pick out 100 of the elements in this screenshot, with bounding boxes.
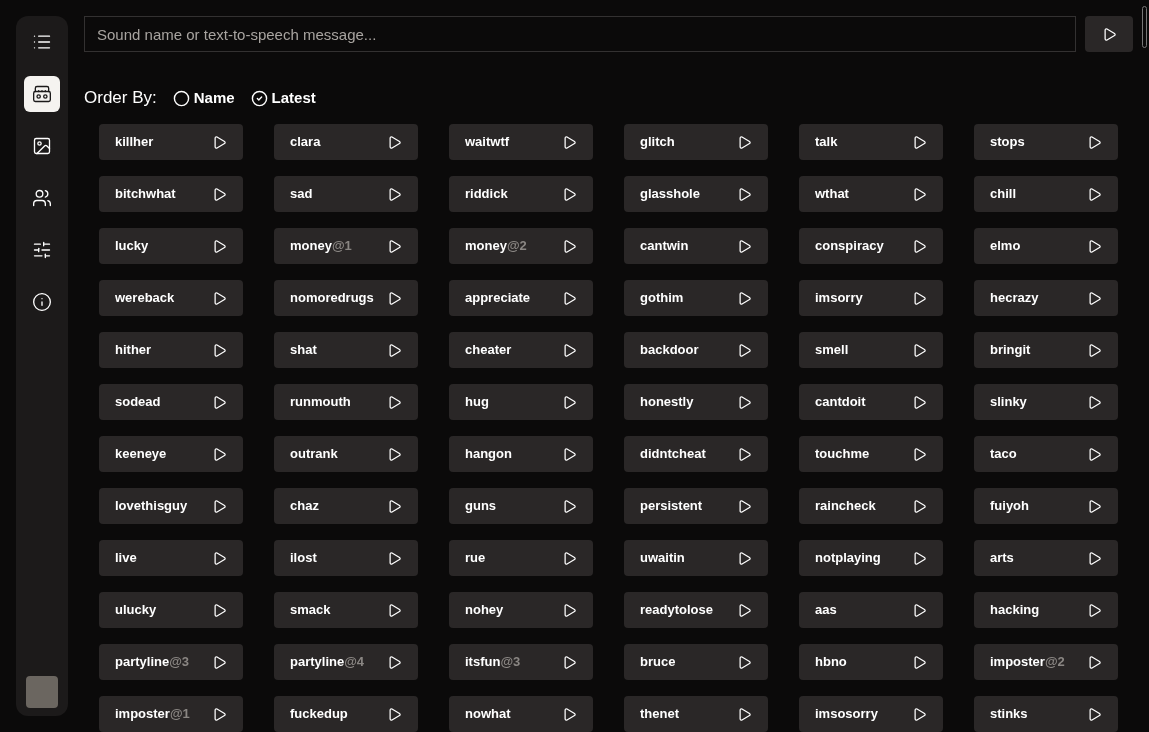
sound-button[interactable]: chill <box>974 176 1118 212</box>
sound-button[interactable]: raincheck <box>799 488 943 524</box>
sound-button[interactable]: touchme <box>799 436 943 472</box>
sound-button[interactable]: hbno <box>799 644 943 680</box>
sound-button[interactable]: partyline@4 <box>274 644 418 680</box>
play-icon <box>212 290 227 306</box>
sound-button[interactable]: bitchwhat <box>99 176 243 212</box>
sound-button[interactable]: fuckedup <box>274 696 418 732</box>
sound-button[interactable]: guns <box>449 488 593 524</box>
sound-button[interactable]: imposter@1 <box>99 696 243 732</box>
sound-button[interactable]: ilost <box>274 540 418 576</box>
sidebar-button[interactable] <box>24 76 60 112</box>
sound-button[interactable]: glasshole <box>624 176 768 212</box>
sound-button[interactable]: itsfun@3 <box>449 644 593 680</box>
sound-button[interactable]: slinky <box>974 384 1118 420</box>
sound-button[interactable]: thenet <box>624 696 768 732</box>
sound-name: didntcheat <box>640 445 706 464</box>
sound-name: nohey <box>465 601 504 620</box>
sound-button[interactable]: smell <box>799 332 943 368</box>
sound-button[interactable]: sad <box>274 176 418 212</box>
sound-button[interactable]: imsosorry <box>799 696 943 732</box>
sound-button[interactable]: lucky <box>99 228 243 264</box>
sound-name: guns <box>465 497 497 516</box>
sound-button[interactable]: cantwin <box>624 228 768 264</box>
sort-option[interactable]: Name <box>172 86 235 110</box>
play-icon <box>387 186 402 202</box>
sound-button[interactable]: arts <box>974 540 1118 576</box>
sound-button[interactable]: lovethisguy <box>99 488 243 524</box>
sound-button[interactable]: conspiracy <box>799 228 943 264</box>
sound-button[interactable]: taco <box>974 436 1118 472</box>
sound-button[interactable]: shat <box>274 332 418 368</box>
sound-button[interactable]: hecrazy <box>974 280 1118 316</box>
sound-button[interactable]: bruce <box>624 644 768 680</box>
sound-name: hacking <box>990 601 1040 620</box>
sound-button[interactable]: keeneye <box>99 436 243 472</box>
sound-button[interactable]: elmo <box>974 228 1118 264</box>
sound-button[interactable]: nowhat <box>449 696 593 732</box>
sound-button[interactable]: fuiyoh <box>974 488 1118 524</box>
order-by-label: Order By: <box>84 87 157 110</box>
play-icon <box>387 342 402 358</box>
sound-button[interactable]: hangon <box>449 436 593 472</box>
play-icon <box>1087 550 1102 566</box>
sound-button[interactable]: stinks <box>974 696 1118 732</box>
sound-name: elmo <box>990 237 1021 256</box>
sound-button[interactable]: imposter@2 <box>974 644 1118 680</box>
sound-button[interactable]: money@2 <box>449 228 593 264</box>
sound-button[interactable]: money@1 <box>274 228 418 264</box>
sound-button[interactable]: backdoor <box>624 332 768 368</box>
sound-button[interactable]: aas <box>799 592 943 628</box>
sound-button[interactable]: sodead <box>99 384 243 420</box>
sort-option[interactable]: Latest <box>250 86 316 110</box>
play-icon <box>387 654 402 670</box>
sound-button[interactable]: runmouth <box>274 384 418 420</box>
play-icon <box>1087 602 1102 618</box>
play-icon <box>212 602 227 618</box>
sound-name: glitch <box>640 133 675 152</box>
sound-button[interactable]: readytolose <box>624 592 768 628</box>
sound-button[interactable]: honestly <box>624 384 768 420</box>
sound-button[interactable]: hug <box>449 384 593 420</box>
sound-button[interactable]: notplaying <box>799 540 943 576</box>
sound-button[interactable]: waitwtf <box>449 124 593 160</box>
boombox-icon <box>32 84 52 104</box>
sound-button[interactable]: talk <box>799 124 943 160</box>
sound-button[interactable]: cheater <box>449 332 593 368</box>
scrollbar-thumb[interactable] <box>1142 6 1147 48</box>
search-field[interactable]: Sound name or text-to-speech message... <box>84 16 1076 52</box>
sound-button[interactable]: bringit <box>974 332 1118 368</box>
play-icon <box>1087 342 1102 358</box>
sound-button[interactable]: glitch <box>624 124 768 160</box>
sound-button[interactable]: persistent <box>624 488 768 524</box>
play-button[interactable] <box>1085 16 1133 52</box>
sound-button[interactable]: chaz <box>274 488 418 524</box>
sound-button[interactable]: nomoredrugs <box>274 280 418 316</box>
sound-button[interactable]: killher <box>99 124 243 160</box>
sound-button[interactable]: partyline@3 <box>99 644 243 680</box>
sound-name: live <box>115 549 137 568</box>
sound-button[interactable]: uwaitin <box>624 540 768 576</box>
sound-button[interactable]: live <box>99 540 243 576</box>
sound-button[interactable]: nohey <box>449 592 593 628</box>
sound-button[interactable]: imsorry <box>799 280 943 316</box>
play-icon <box>387 498 402 514</box>
sound-button[interactable]: rue <box>449 540 593 576</box>
sound-button[interactable]: wthat <box>799 176 943 212</box>
sound-button[interactable]: cantdoit <box>799 384 943 420</box>
sound-button[interactable]: smack <box>274 592 418 628</box>
sound-button[interactable]: hither <box>99 332 243 368</box>
sound-button[interactable]: appreciate <box>449 280 593 316</box>
play-icon <box>212 550 227 566</box>
sound-button[interactable]: stops <box>974 124 1118 160</box>
sound-button[interactable]: ulucky <box>99 592 243 628</box>
sound-button[interactable]: gothim <box>624 280 768 316</box>
sound-button[interactable]: wereback <box>99 280 243 316</box>
sound-name: aas <box>815 601 837 620</box>
play-icon <box>912 706 927 722</box>
sound-button[interactable]: hacking <box>974 592 1118 628</box>
sound-button[interactable]: didntcheat <box>624 436 768 472</box>
play-icon <box>912 342 927 358</box>
sound-button[interactable]: outrank <box>274 436 418 472</box>
sound-button[interactable]: clara <box>274 124 418 160</box>
sound-button[interactable]: riddick <box>449 176 593 212</box>
